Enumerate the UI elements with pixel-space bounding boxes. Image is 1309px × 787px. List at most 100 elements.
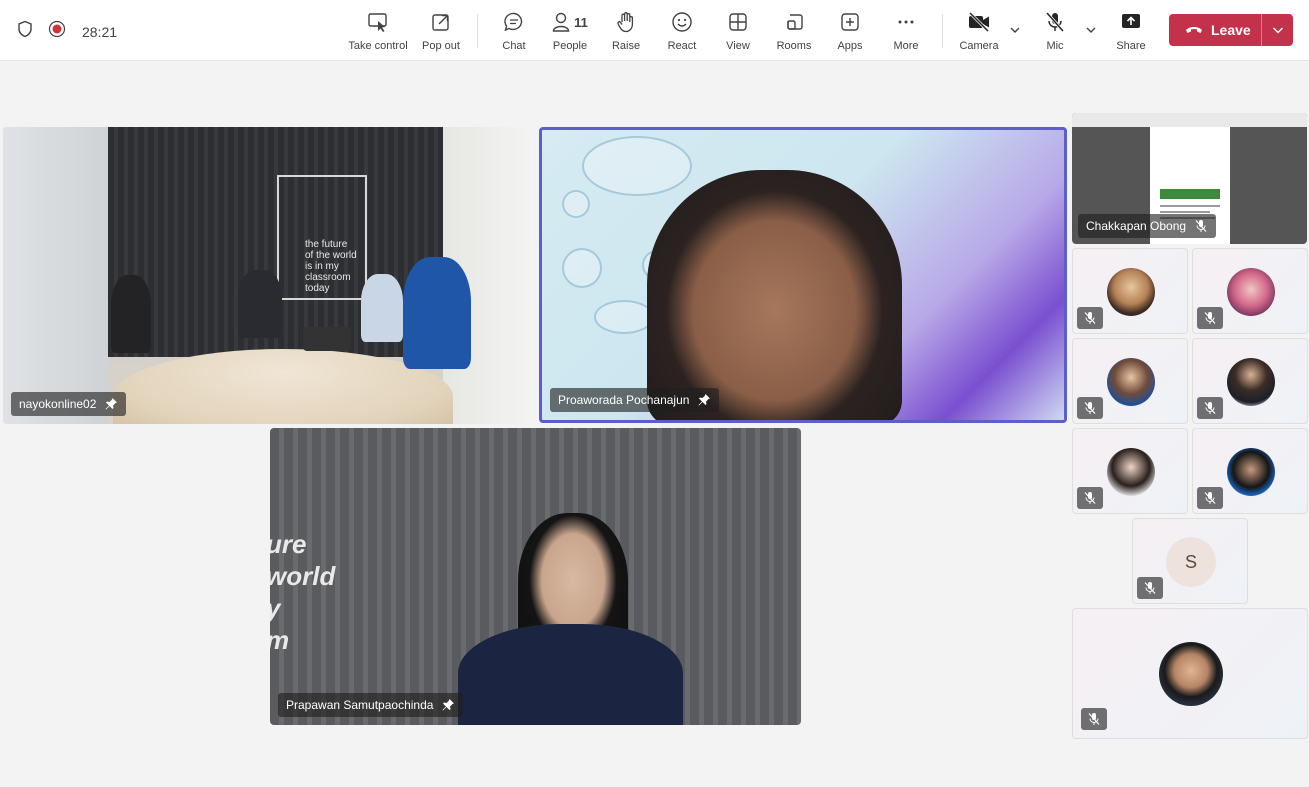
call-status: 28:21 [16, 20, 117, 43]
recording-icon [48, 20, 66, 43]
pop-out-icon [432, 14, 449, 31]
participant-figure [111, 275, 151, 353]
mic-off-icon [1204, 312, 1216, 324]
take-control-icon [368, 13, 387, 32]
take-control-button[interactable]: Take control [346, 10, 410, 54]
avatar [1227, 448, 1275, 496]
raise-hand-button[interactable]: Raise [594, 10, 658, 54]
rooms-label: Rooms [776, 40, 812, 52]
video-tile-nayokonline02[interactable]: the future of the world is in my classro… [3, 127, 534, 424]
avatar [1227, 358, 1275, 406]
mic-off-badge [1077, 487, 1103, 509]
take-control-label: Take control [348, 40, 408, 52]
participant-tile[interactable] [1192, 248, 1308, 334]
chevron-down-icon [1272, 27, 1283, 34]
mic-options-chevron-icon[interactable] [1085, 24, 1097, 36]
video-tile-prapawan-samutpaochinda[interactable]: ure world y m Prapawan Samutpaochinda [270, 428, 801, 725]
participant-tile[interactable] [1192, 338, 1308, 424]
mic-off-badge [1081, 708, 1107, 730]
document-highlight [1160, 189, 1220, 199]
participant-name-tag: Chakkapan Obong [1078, 214, 1217, 238]
background-bubble [582, 136, 692, 196]
video-tile-chakkapan-obong[interactable]: Chakkapan Obong [1072, 113, 1307, 244]
people-button[interactable]: 11 People [538, 10, 602, 54]
rooms-button[interactable]: Rooms [762, 10, 826, 54]
video-tile-proaworada-pochanajun[interactable]: Proaworada Pochanajun [539, 127, 1067, 423]
more-button[interactable]: More [874, 10, 938, 54]
participant-tile[interactable] [1192, 428, 1308, 514]
mic-off-icon [1088, 713, 1100, 725]
camera-label: Camera [959, 40, 999, 52]
apps-label: Apps [837, 40, 863, 52]
participant-tile[interactable] [1072, 338, 1188, 424]
call-timer: 28:21 [82, 23, 118, 40]
pin-icon [442, 699, 455, 711]
mic-off-icon [1195, 220, 1207, 232]
shield-icon[interactable] [16, 20, 34, 43]
participant-name: Prapawan Samutpaochinda [286, 698, 434, 712]
avatar [1227, 268, 1275, 316]
studio-wall-text: ure world y m [270, 529, 336, 655]
avatar-initial: S [1166, 537, 1216, 587]
mic-off-icon [1045, 12, 1065, 32]
pop-out-button[interactable]: Pop out [409, 10, 473, 54]
participant-figure [361, 274, 403, 342]
mic-off-badge [1077, 397, 1103, 419]
camera-options-chevron-icon[interactable] [1009, 24, 1021, 36]
document-line [1160, 211, 1210, 213]
smiley-icon [672, 12, 692, 32]
view-button[interactable]: View [706, 10, 770, 54]
participant-tile[interactable] [1072, 608, 1308, 739]
hang-up-icon [1186, 27, 1202, 33]
background-bubble [562, 248, 602, 288]
chat-icon [504, 12, 523, 32]
mic-off-badge [1197, 397, 1223, 419]
participant-name-tag: nayokonline02 [11, 392, 127, 416]
share-label: Share [1116, 40, 1146, 52]
people-label: People [552, 40, 588, 52]
camera-off-icon [968, 11, 990, 33]
leave-options-button[interactable] [1262, 24, 1293, 36]
share-button[interactable]: Share [1099, 10, 1163, 54]
participant-tile[interactable] [1072, 248, 1188, 334]
add-app-icon [841, 13, 859, 31]
pin-icon [698, 394, 711, 406]
meeting-toolbar: 28:21 Take control Pop out Chat 11 Peopl… [0, 0, 1309, 61]
wall-poster-text: the future of the world is in my classro… [305, 239, 357, 294]
react-button[interactable]: React [650, 10, 714, 54]
grid-view-icon [729, 13, 747, 31]
mic-button[interactable]: Mic [1023, 10, 1087, 54]
participant-figure [238, 270, 282, 338]
room-wall-left [3, 127, 108, 424]
react-label: React [667, 40, 697, 52]
camera-button[interactable]: Camera [947, 10, 1011, 54]
mic-off-icon [1084, 312, 1096, 324]
mic-off-icon [1084, 492, 1096, 504]
mic-label: Mic [1046, 40, 1064, 52]
pop-out-label: Pop out [422, 40, 460, 52]
raise-hand-icon [617, 12, 634, 33]
leave-button[interactable]: Leave [1169, 22, 1261, 38]
avatar [1159, 642, 1223, 706]
mic-off-icon [1204, 402, 1216, 414]
mic-off-icon [1204, 492, 1216, 504]
mic-off-badge [1137, 577, 1163, 599]
background-bubble [562, 190, 590, 218]
chat-button[interactable]: Chat [482, 10, 546, 54]
mic-off-badge [1197, 307, 1223, 329]
apps-button[interactable]: Apps [818, 10, 882, 54]
document-line [1160, 205, 1220, 207]
pin-icon [105, 398, 118, 410]
participant-tile[interactable] [1072, 428, 1188, 514]
view-label: View [726, 40, 750, 52]
participant-name: Proaworada Pochanajun [558, 393, 690, 407]
toolbar-divider [942, 14, 943, 48]
raise-label: Raise [611, 40, 641, 52]
mic-off-icon [1084, 402, 1096, 414]
conference-phone [303, 327, 351, 351]
participant-tile[interactable]: S [1132, 518, 1248, 604]
shared-window-titlebar [1072, 113, 1307, 127]
participant-name: Chakkapan Obong [1086, 219, 1187, 233]
leave-button-group: Leave [1169, 14, 1293, 46]
share-screen-icon [1122, 14, 1140, 28]
